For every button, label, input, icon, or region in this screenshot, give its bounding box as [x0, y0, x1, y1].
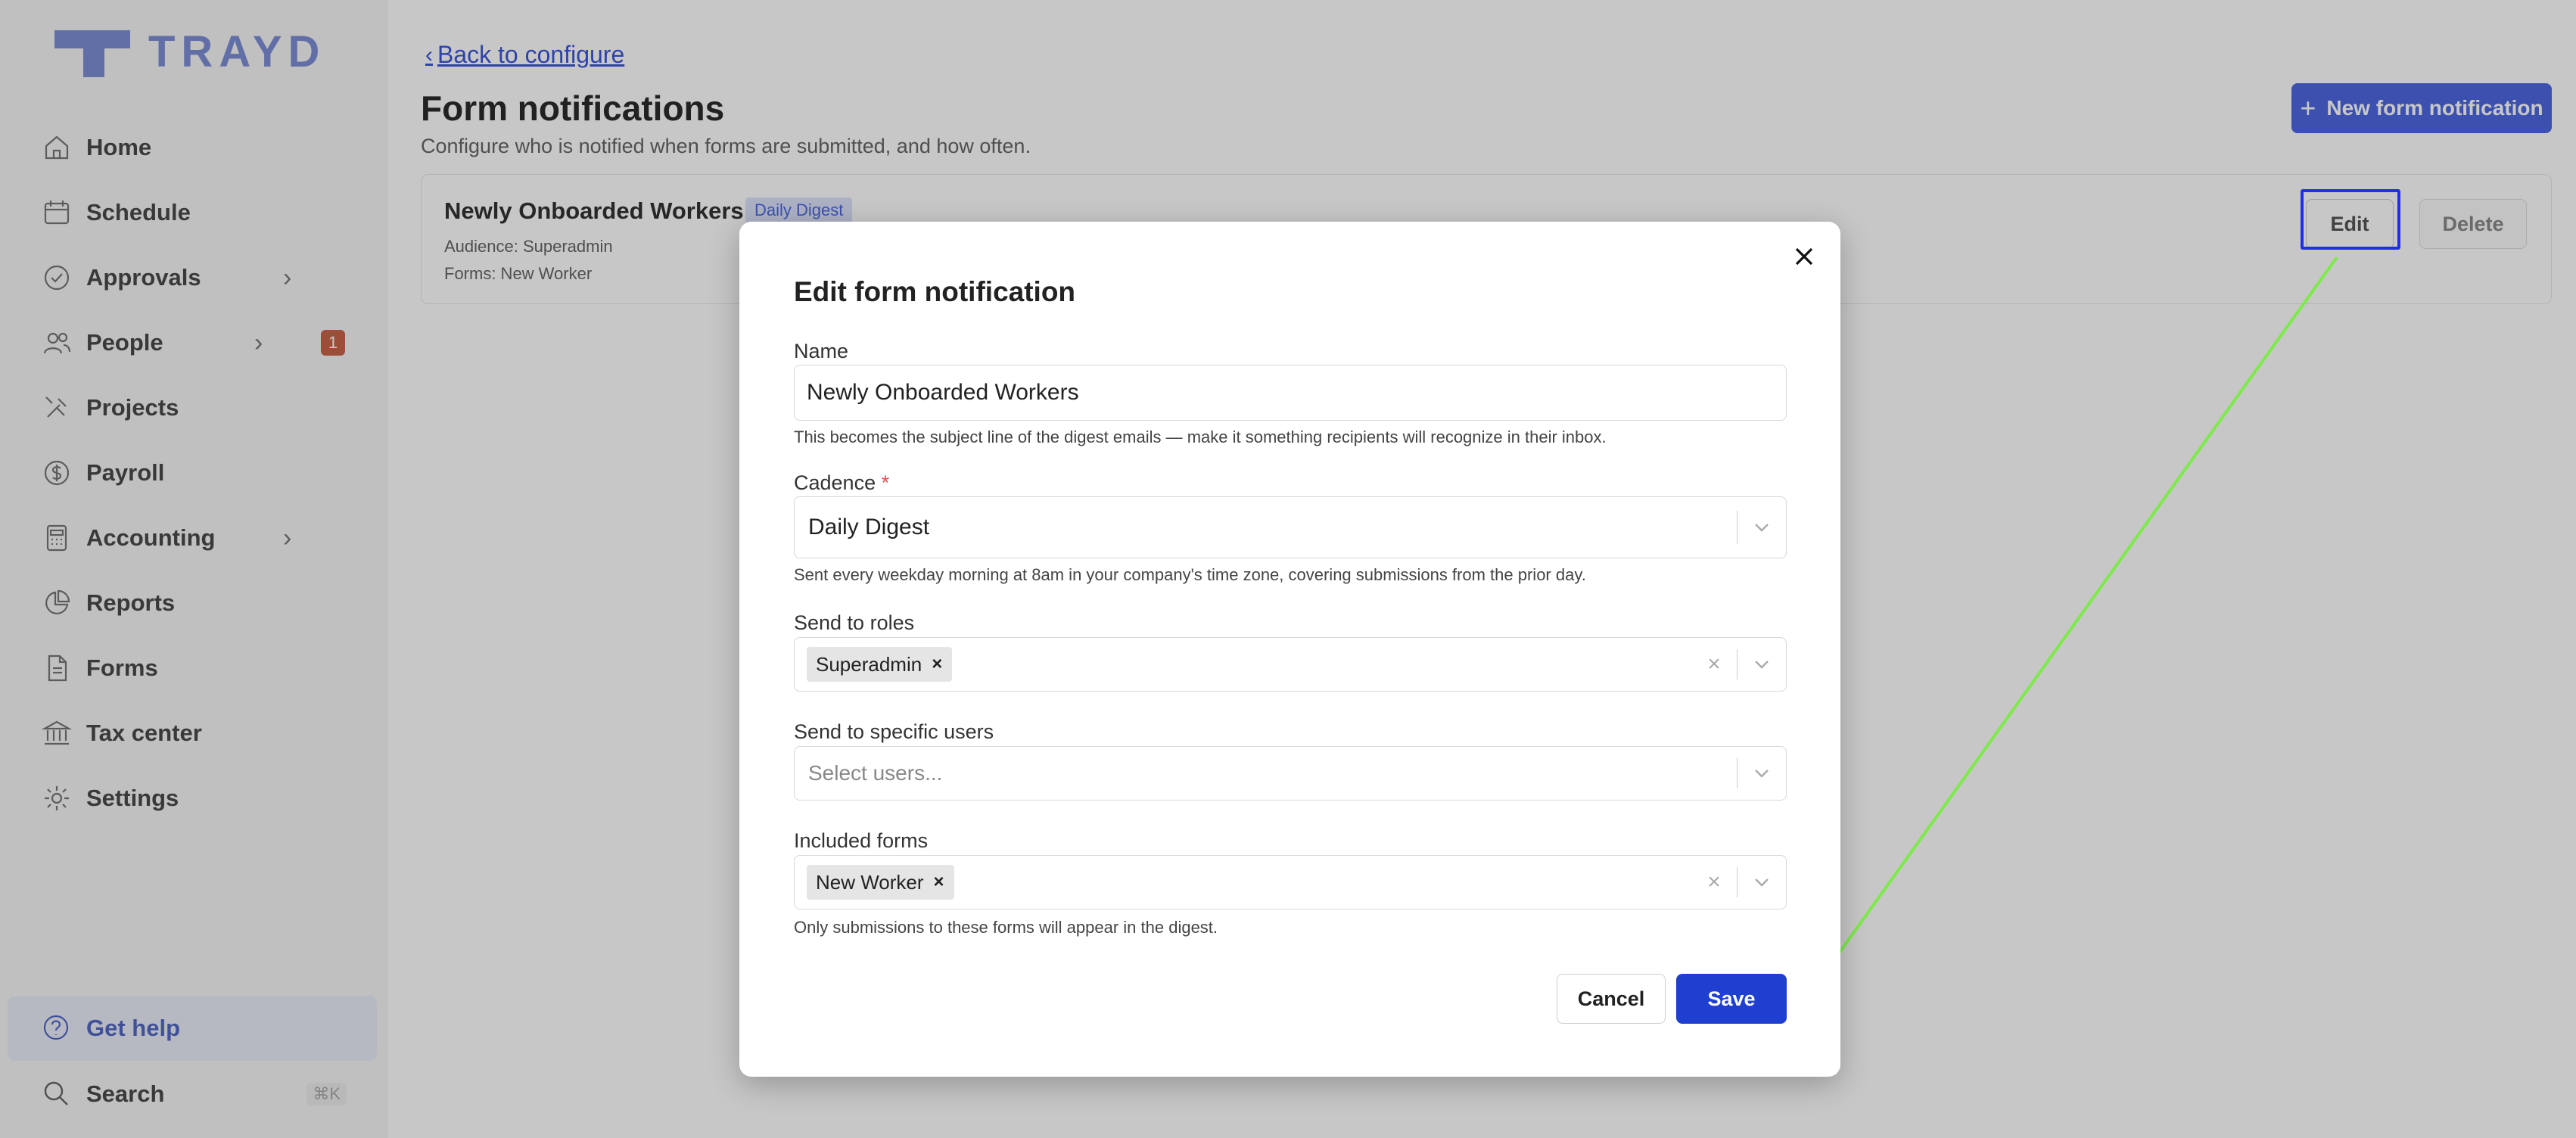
form-chip: New Worker ×	[807, 865, 954, 900]
role-chip-label: Superadmin	[816, 652, 922, 676]
users-placeholder: Select users...	[808, 761, 943, 785]
cadence-select[interactable]: Daily Digest	[794, 496, 1787, 558]
name-help-text: This becomes the subject line of the dig…	[794, 428, 1607, 446]
chevron-down-icon[interactable]	[1738, 872, 1786, 892]
edit-form-notification-modal: Edit form notification Name Newly Onboar…	[739, 222, 1840, 1077]
forms-multiselect[interactable]: New Worker × ×	[794, 855, 1787, 909]
chevron-down-icon[interactable]	[1738, 655, 1786, 674]
chevron-down-icon[interactable]	[1738, 518, 1786, 537]
form-chip-label: New Worker	[816, 870, 924, 894]
chevron-down-icon[interactable]	[1738, 763, 1786, 783]
name-input[interactable]: Newly Onboarded Workers	[794, 365, 1787, 421]
name-input-value: Newly Onboarded Workers	[807, 380, 1079, 405]
modal-title: Edit form notification	[794, 276, 1076, 307]
cadence-select-indicators	[1737, 497, 1786, 558]
close-button[interactable]	[1781, 234, 1827, 279]
roles-select-indicators: ×	[1691, 638, 1786, 691]
save-button[interactable]: Save	[1676, 974, 1787, 1024]
cadence-label: Cadence *	[794, 471, 889, 495]
users-select-indicators	[1737, 747, 1786, 800]
forms-help-text: Only submissions to these forms will app…	[794, 918, 1218, 937]
cancel-button[interactable]: Cancel	[1557, 974, 1666, 1024]
users-label: Send to specific users	[794, 720, 994, 743]
cadence-select-value: Daily Digest	[808, 515, 930, 539]
cadence-help-text: Sent every weekday morning at 8am in you…	[794, 565, 1586, 584]
required-asterisk: *	[881, 471, 890, 494]
clear-icon[interactable]: ×	[1691, 869, 1737, 895]
remove-chip-icon[interactable]: ×	[922, 654, 952, 675]
roles-multiselect[interactable]: Superadmin × ×	[794, 637, 1787, 692]
cadence-label-text: Cadence	[794, 471, 876, 494]
users-multiselect[interactable]: Select users...	[794, 746, 1787, 801]
forms-select-indicators: ×	[1691, 856, 1786, 909]
role-chip: Superadmin ×	[807, 647, 953, 682]
roles-label: Send to roles	[794, 611, 915, 634]
name-label: Name	[794, 340, 849, 362]
remove-chip-icon[interactable]: ×	[924, 872, 954, 893]
forms-label: Included forms	[794, 829, 929, 852]
app-window: TRAYD Home Schedule Approvals › People ›…	[0, 0, 2576, 1138]
close-icon	[1795, 247, 1813, 266]
clear-icon[interactable]: ×	[1691, 651, 1737, 677]
